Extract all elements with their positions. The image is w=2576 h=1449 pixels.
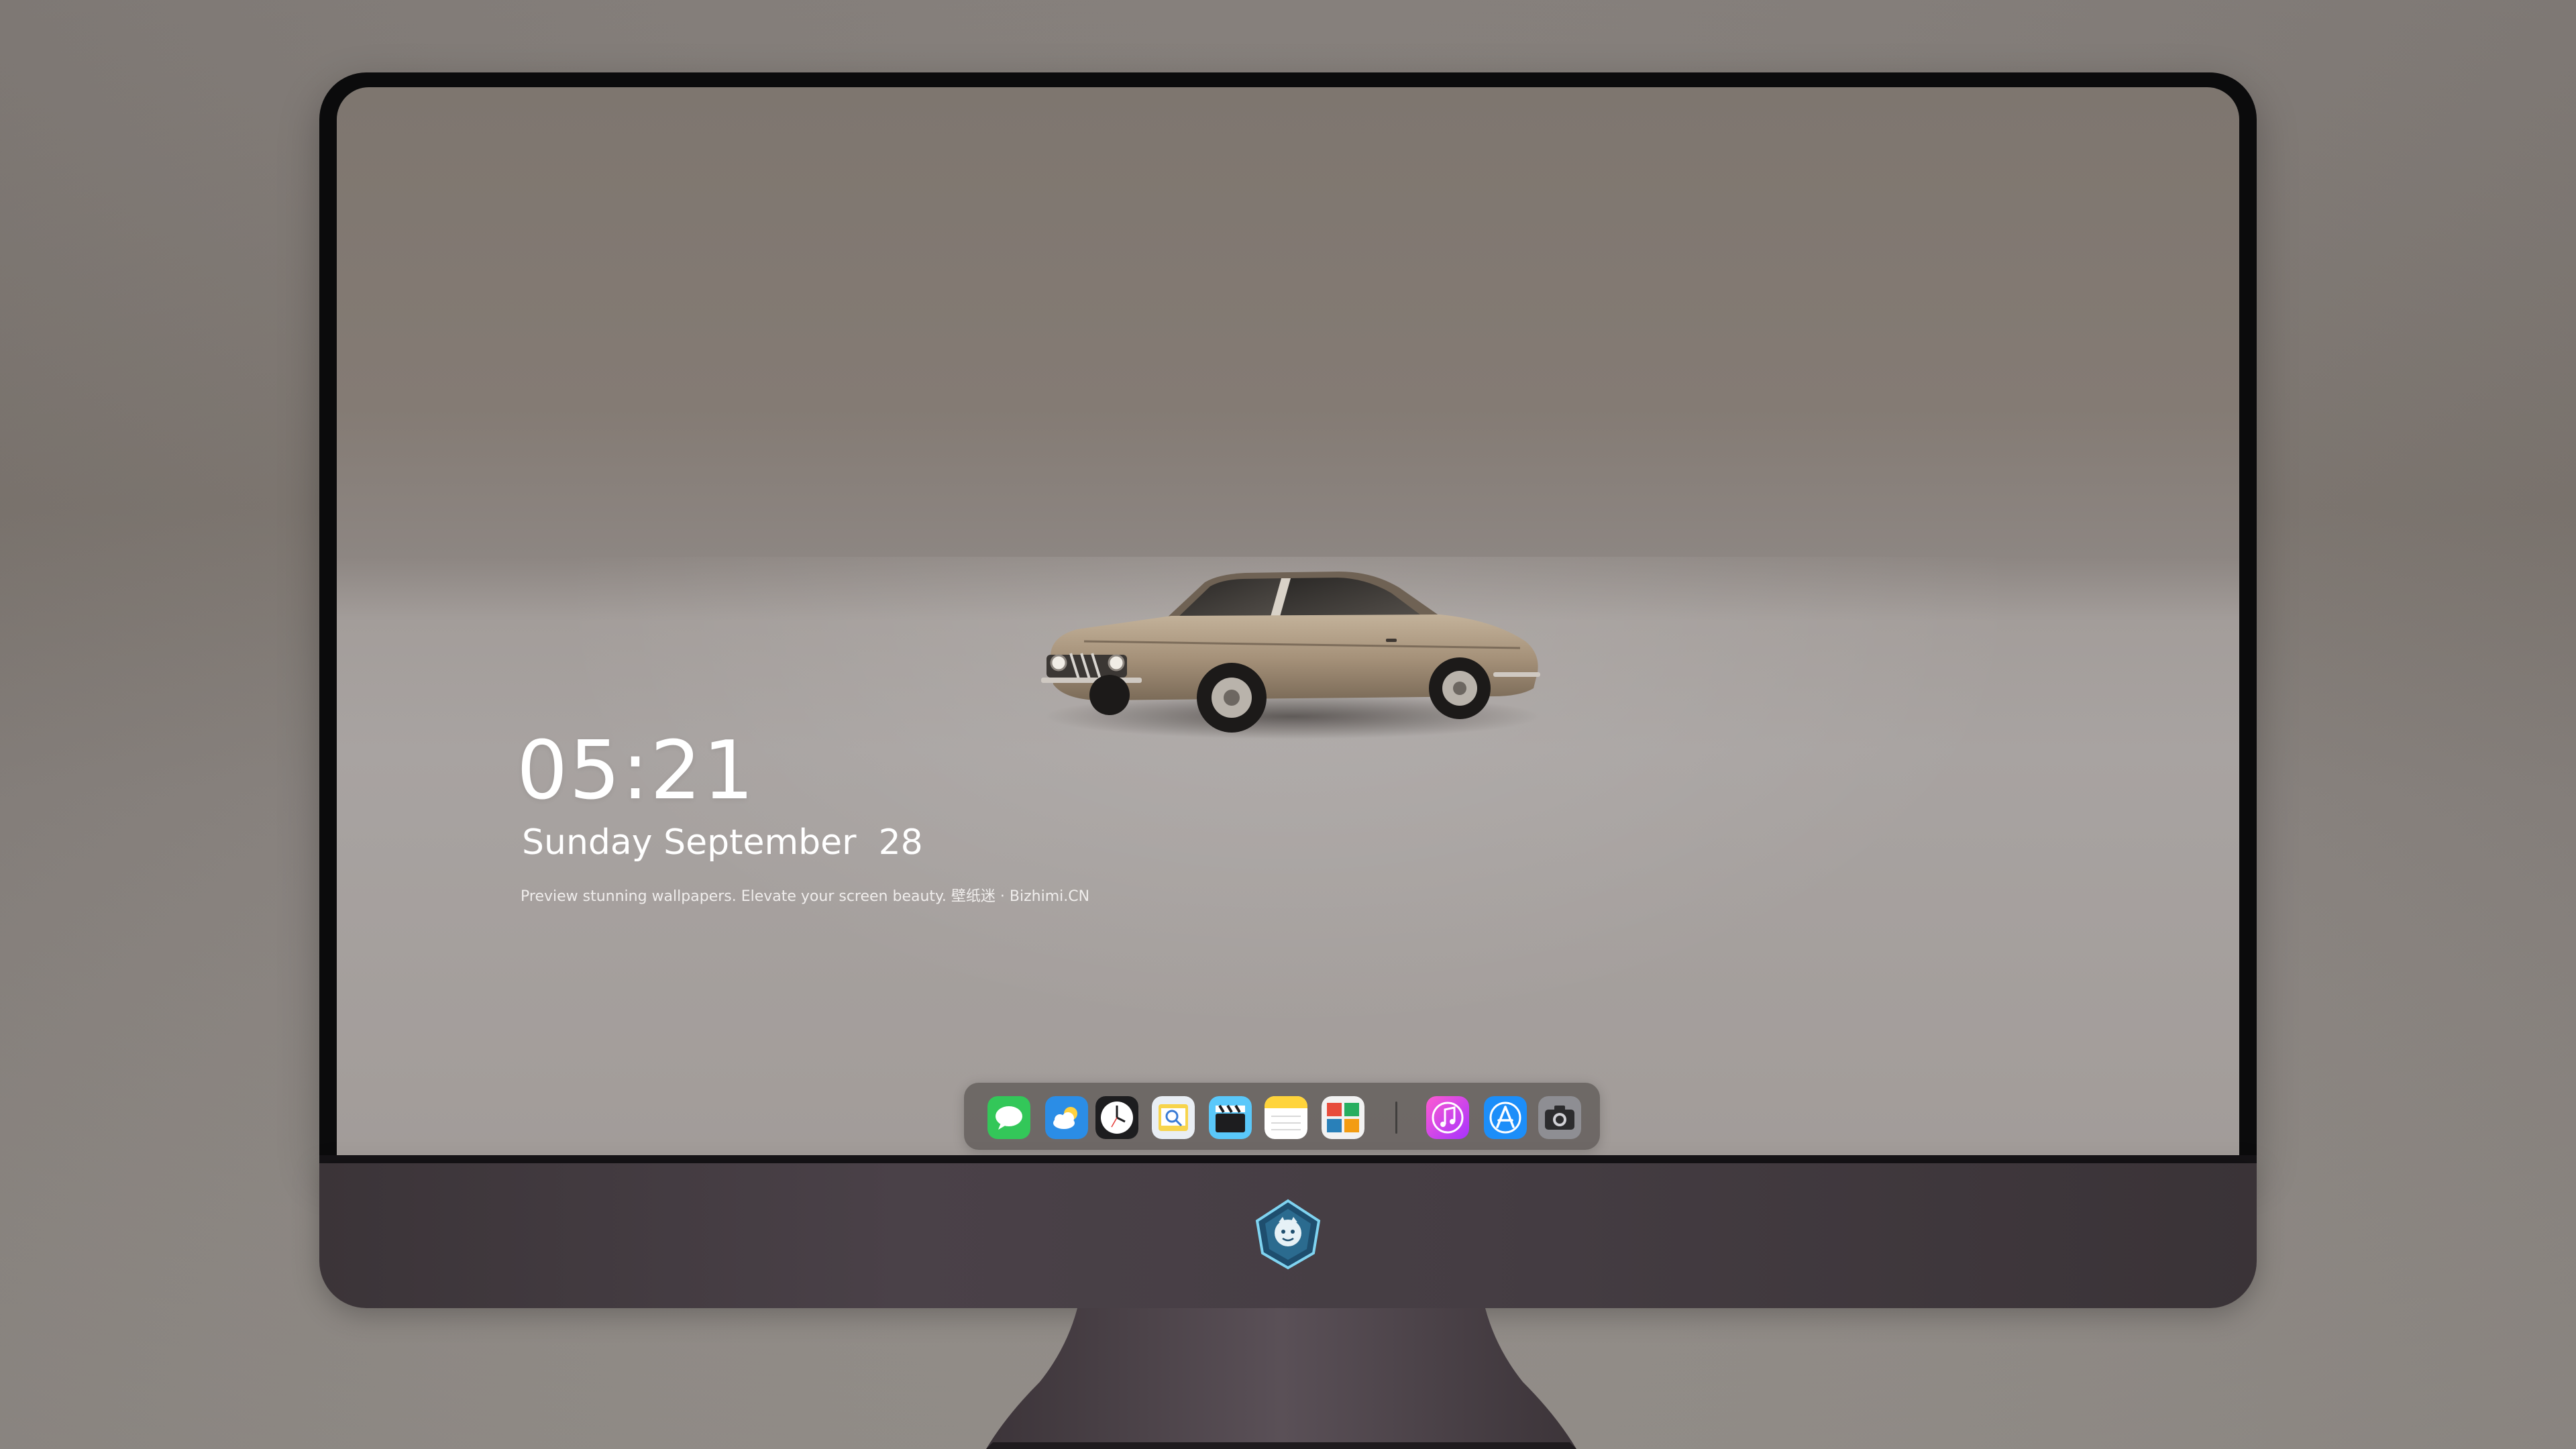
app-store-icon[interactable] xyxy=(1484,1096,1527,1139)
music-icon[interactable] xyxy=(1426,1096,1469,1139)
desktop-background: 05:21 Sunday September 28 Preview stunni… xyxy=(0,0,2576,1449)
photo-booth-icon[interactable] xyxy=(1322,1096,1364,1139)
dock-separator xyxy=(1395,1102,1397,1134)
wallpaper-car-image xyxy=(1041,572,1540,739)
clock-icon[interactable] xyxy=(1095,1096,1138,1139)
lock-screen-date: Sunday September 28 xyxy=(522,822,923,863)
lock-screen-time: 05:21 xyxy=(517,724,755,818)
notes-icon[interactable] xyxy=(1265,1096,1307,1139)
preview-icon[interactable] xyxy=(1152,1096,1195,1139)
messages-icon[interactable] xyxy=(987,1096,1030,1139)
app-dock xyxy=(964,1083,1600,1150)
clapperboard-icon[interactable] xyxy=(1209,1096,1252,1139)
weather-icon[interactable] xyxy=(1045,1096,1088,1139)
brand-logo-icon xyxy=(1255,1199,1321,1270)
monitor-stand xyxy=(986,1308,1576,1449)
camera-icon[interactable] xyxy=(1538,1096,1581,1139)
wallpaper-caption-text: Preview stunning wallpapers. Elevate you… xyxy=(521,888,1090,905)
wallpaper-caption: Preview stunning wallpapers. Elevate you… xyxy=(521,884,1089,906)
